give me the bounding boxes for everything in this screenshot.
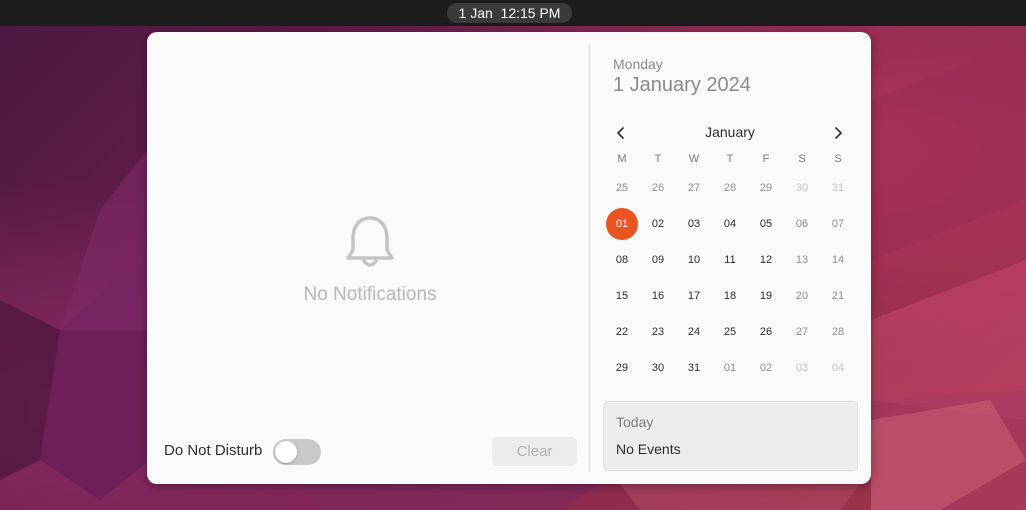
- calendar-day[interactable]: 27: [786, 316, 818, 348]
- weekday-label: W: [688, 153, 700, 165]
- clock-button[interactable]: 1 Jan 12:15 PM: [447, 3, 572, 23]
- calendar-day[interactable]: 31: [822, 172, 854, 204]
- calendar-day[interactable]: 16: [642, 280, 674, 312]
- calendar-day[interactable]: 24: [678, 316, 710, 348]
- weekday-label: T: [654, 153, 662, 165]
- calendar-day[interactable]: 01: [714, 352, 746, 384]
- full-date[interactable]: 1 January 2024: [613, 74, 751, 97]
- calendar-day[interactable]: 30: [786, 172, 818, 204]
- calendar-day[interactable]: 30: [642, 352, 674, 384]
- calendar-day[interactable]: 29: [606, 352, 638, 384]
- bell-icon: [346, 216, 394, 267]
- calendar-day[interactable]: 28: [822, 316, 854, 348]
- no-events-text: No Events: [616, 441, 681, 457]
- next-month-icon[interactable]: [827, 122, 849, 144]
- events-title: Today: [616, 414, 654, 430]
- calendar-day[interactable]: 08: [606, 244, 638, 276]
- calendar-day[interactable]: 02: [750, 352, 782, 384]
- calendar-day[interactable]: 21: [822, 280, 854, 312]
- calendar-day[interactable]: 20: [786, 280, 818, 312]
- calendar-day[interactable]: 26: [642, 172, 674, 204]
- weekday-label: T: [726, 153, 734, 165]
- calendar-day[interactable]: 25: [606, 172, 638, 204]
- weekday-label: S: [834, 153, 842, 165]
- calendar-day[interactable]: 13: [786, 244, 818, 276]
- calendar-day[interactable]: 09: [642, 244, 674, 276]
- calendar-day[interactable]: 05: [750, 208, 782, 240]
- calendar-day[interactable]: 14: [822, 244, 854, 276]
- calendar-day[interactable]: 04: [714, 208, 746, 240]
- weekday-label: M: [617, 153, 627, 165]
- calendar-day[interactable]: 22: [606, 316, 638, 348]
- top-bar: 1 Jan 12:15 PM: [0, 0, 1026, 26]
- calendar-day[interactable]: 29: [750, 172, 782, 204]
- toggle-knob: [275, 441, 297, 463]
- do-not-disturb-label: Do Not Disturb: [164, 442, 263, 459]
- notification-calendar-popover: No Notifications Do Not Disturb Clear Mo…: [147, 32, 871, 484]
- calendar-day[interactable]: 10: [678, 244, 710, 276]
- clear-button[interactable]: Clear: [492, 437, 577, 466]
- calendar-day[interactable]: 18: [714, 280, 746, 312]
- calendar-day[interactable]: 04: [822, 352, 854, 384]
- month-label: January: [705, 124, 755, 140]
- calendar-day[interactable]: 15: [606, 280, 638, 312]
- calendar-day[interactable]: 28: [714, 172, 746, 204]
- calendar-day[interactable]: 12: [750, 244, 782, 276]
- calendar-day[interactable]: 31: [678, 352, 710, 384]
- calendar-day[interactable]: 26: [750, 316, 782, 348]
- no-notifications-text: No Notifications: [303, 284, 437, 305]
- calendar-day[interactable]: 03: [678, 208, 710, 240]
- calendar-day[interactable]: 07: [822, 208, 854, 240]
- calendar-day[interactable]: 06: [786, 208, 818, 240]
- calendar-day[interactable]: 27: [678, 172, 710, 204]
- calendar-day[interactable]: 01: [606, 208, 638, 240]
- events-section[interactable]: Today No Events: [603, 401, 858, 471]
- notification-pane: No Notifications Do Not Disturb Clear: [147, 32, 589, 484]
- previous-month-icon[interactable]: [610, 122, 632, 144]
- calendar-day[interactable]: 02: [642, 208, 674, 240]
- calendar-day[interactable]: 19: [750, 280, 782, 312]
- day-name[interactable]: Monday: [613, 56, 663, 72]
- calendar-day[interactable]: 11: [714, 244, 746, 276]
- do-not-disturb-toggle[interactable]: [273, 439, 321, 465]
- calendar-day[interactable]: 25: [714, 316, 746, 348]
- weekday-label: S: [798, 153, 806, 165]
- calendar-day[interactable]: 23: [642, 316, 674, 348]
- calendar-day[interactable]: 17: [678, 280, 710, 312]
- weekday-label: F: [762, 153, 770, 165]
- calendar-day[interactable]: 03: [786, 352, 818, 384]
- pane-divider: [589, 44, 590, 472]
